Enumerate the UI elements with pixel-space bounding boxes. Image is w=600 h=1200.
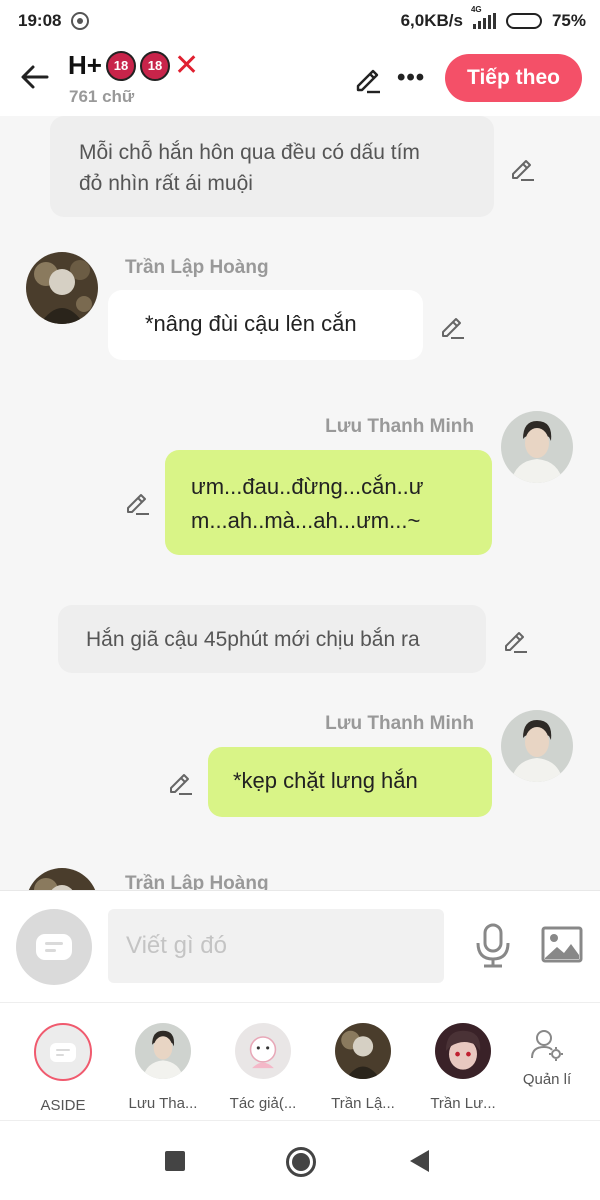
character-selector: ASIDE Lưu Tha... Tác giả(... Trần Lậ... … xyxy=(0,1002,600,1120)
avatar[interactable] xyxy=(26,252,98,324)
edit-pencil-icon[interactable] xyxy=(508,154,536,182)
narration-message[interactable]: Hắn giã cậu 45phút mới chịu bắn ra xyxy=(58,605,486,673)
editor-header: H+ 18 18 ✕ 761 chữ ••• Tiếp theo xyxy=(0,42,600,116)
speaker-name: Trần Lập Hoàng xyxy=(125,873,269,890)
story-title: H+ 18 18 ✕ xyxy=(68,50,199,81)
speaker-name: Lưu Thanh Minh xyxy=(325,713,474,734)
character-item[interactable]: Tác giả(... xyxy=(213,1023,313,1112)
narration-line: Hắn giã cậu 45phút mới chịu bắn ra xyxy=(86,628,420,651)
manage-characters-button[interactable]: Quản lí xyxy=(497,1027,597,1088)
narration-line: Mỗi chỗ hắn hôn qua đều có dấu tím xyxy=(79,141,420,164)
character-label: ASIDE xyxy=(40,1097,86,1114)
more-options-icon[interactable]: ••• xyxy=(397,64,425,92)
character-label: Trần Lậ... xyxy=(331,1095,395,1112)
character-label: Lưu Tha... xyxy=(128,1095,198,1112)
character-avatar xyxy=(335,1023,391,1079)
speaker-name: Trần Lập Hoàng xyxy=(125,257,269,278)
character-label: Trần Lư... xyxy=(430,1095,496,1112)
home-icon[interactable] xyxy=(286,1147,316,1177)
status-right: 6,0KB/s 4G 75% xyxy=(400,5,586,31)
chat-bubble-text: *nâng đùi cậu lên cắn xyxy=(145,311,357,336)
next-button[interactable]: Tiếp theo xyxy=(445,54,582,102)
recent-apps-icon[interactable] xyxy=(165,1151,185,1171)
microphone-icon[interactable] xyxy=(474,923,512,969)
avatar[interactable] xyxy=(26,868,98,890)
battery-percent: 75% xyxy=(551,11,586,30)
character-item[interactable]: Trần Lậ... xyxy=(313,1023,413,1112)
word-count: 761 chữ xyxy=(69,87,135,106)
aside-toggle-button[interactable] xyxy=(16,909,92,985)
user-settings-icon xyxy=(531,1030,563,1061)
edit-pencil-icon[interactable] xyxy=(123,488,151,516)
character-item[interactable]: Lưu Tha... xyxy=(113,1023,213,1112)
character-label: Quản lí xyxy=(522,1071,572,1088)
edit-pencil-icon[interactable] xyxy=(166,768,194,796)
message-input[interactable] xyxy=(108,909,444,983)
avatar[interactable] xyxy=(501,710,573,782)
message-icon xyxy=(50,1042,76,1062)
character-label: Tác giả(... xyxy=(229,1095,297,1112)
back-arrow-icon[interactable] xyxy=(18,60,52,94)
avatar[interactable] xyxy=(501,411,573,483)
character-avatar xyxy=(135,1023,191,1079)
image-icon[interactable] xyxy=(541,925,583,965)
network-speed: 6,0KB/s xyxy=(400,11,463,30)
chat-bubble[interactable]: *kẹp chặt lưng hắn xyxy=(208,747,492,817)
message-composer xyxy=(0,890,600,1002)
network-type: 4G xyxy=(470,5,482,14)
signal-icon: 4G xyxy=(471,5,496,29)
character-avatar xyxy=(235,1023,291,1079)
aside-ring xyxy=(34,1023,92,1081)
chat-bubble[interactable]: ưm...đau..đừng...cắn..ư m...ah..mà...ah.… xyxy=(165,450,492,555)
status-bar: 19:08 6,0KB/s 4G 75% xyxy=(0,0,600,42)
character-avatar xyxy=(435,1023,491,1079)
adult-18-icon: 18 xyxy=(105,50,136,81)
app-status-icon xyxy=(71,12,90,30)
chat-bubble[interactable]: *nâng đùi cậu lên cắn xyxy=(108,290,423,360)
speaker-name: Lưu Thanh Minh xyxy=(325,416,474,437)
chat-bubble-text: m...ah..mà...ah...ưm...~ xyxy=(191,508,421,533)
chat-area[interactable]: Mỗi chỗ hắn hôn qua đều có dấu tím đỏ nh… xyxy=(0,116,600,890)
status-time: 19:08 xyxy=(18,11,62,30)
edit-pencil-icon[interactable] xyxy=(438,312,466,340)
edit-pencil-icon[interactable] xyxy=(352,64,382,94)
message-icon xyxy=(36,934,72,960)
chat-bubble-text: *kẹp chặt lưng hắn xyxy=(233,768,418,793)
adult-18-icon: 18 xyxy=(139,50,170,81)
cross-mark-icon: ✕ xyxy=(173,48,200,82)
narration-message[interactable]: Mỗi chỗ hắn hôn qua đều có dấu tím đỏ nh… xyxy=(50,116,494,217)
narration-line: đỏ nhìn rất ái muội xyxy=(79,172,253,195)
character-aside[interactable]: ASIDE xyxy=(13,1023,113,1114)
edit-pencil-icon[interactable] xyxy=(501,626,529,654)
system-nav-bar xyxy=(0,1120,600,1200)
battery-icon xyxy=(505,13,542,29)
story-title-text: H+ xyxy=(68,50,102,80)
nav-back-icon[interactable] xyxy=(410,1150,429,1172)
chat-bubble-text: ưm...đau..đừng...cắn..ư xyxy=(191,474,424,499)
